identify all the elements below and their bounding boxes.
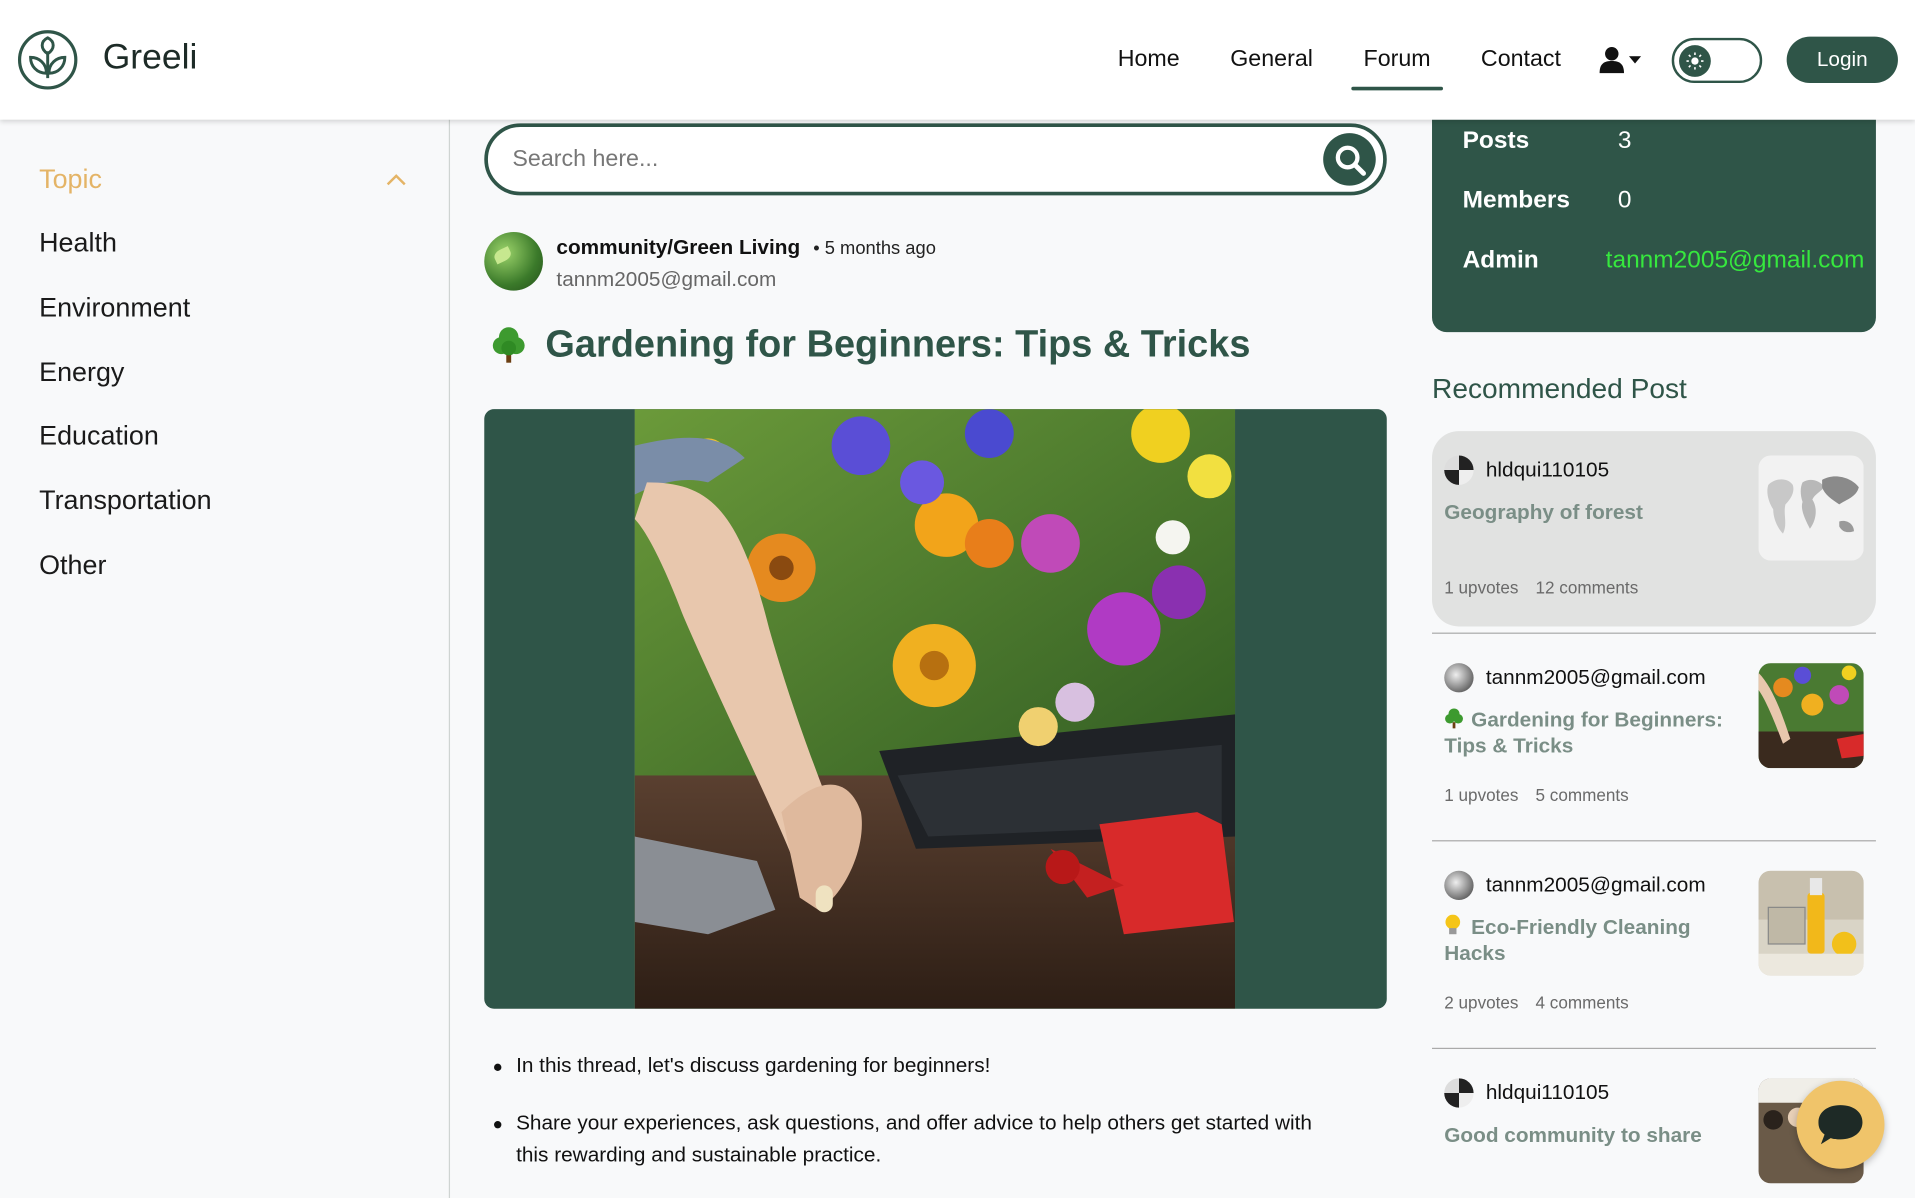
gardening-photo bbox=[634, 409, 1236, 1009]
rec-stats: 1 upvotes 12 comments bbox=[1444, 578, 1638, 598]
cleaning-products-thumbnail bbox=[1758, 870, 1864, 976]
lightbulb-icon bbox=[1445, 914, 1461, 935]
brand-name[interactable]: Greeli bbox=[103, 38, 198, 78]
recommended-heading: Recommended Post bbox=[1432, 372, 1687, 405]
rec-comments: 5 comments bbox=[1535, 785, 1629, 805]
members-count: 0 bbox=[1617, 186, 1632, 214]
post-bullet-1: In this thread, let's discuss gardening … bbox=[492, 1050, 1348, 1082]
rec-comments: 4 comments bbox=[1535, 992, 1629, 1013]
rec-title-text: Eco-Friendly Cleaning Hacks bbox=[1444, 915, 1691, 965]
search-icon bbox=[1335, 145, 1366, 176]
rec-stats: 1 upvotes 5 comments bbox=[1444, 785, 1628, 805]
nav-general[interactable]: General bbox=[1230, 46, 1313, 73]
community-avatar[interactable] bbox=[484, 232, 543, 291]
rec-author: hldqui110105 bbox=[1485, 457, 1610, 482]
top-navbar: Greeli Home General Forum Contact Login bbox=[0, 0, 1915, 120]
admin-email[interactable]: tannm2005@gmail.com bbox=[1606, 247, 1865, 275]
rec-upvotes: 1 upvotes bbox=[1444, 577, 1519, 598]
admin-label: Admin bbox=[1462, 246, 1539, 274]
recommended-post[interactable]: tannm2005@gmail.com Gardening for Beginn… bbox=[1432, 639, 1876, 834]
rec-title: Gardening for Beginners: Tips & Tricks bbox=[1444, 707, 1737, 758]
rec-title: Geography of forest bbox=[1444, 500, 1643, 524]
chat-bubble-icon bbox=[1818, 1105, 1863, 1145]
user-menu[interactable] bbox=[1599, 46, 1642, 74]
rec-title-text: Gardening for Beginners: Tips & Tricks bbox=[1444, 708, 1723, 758]
nav-home[interactable]: Home bbox=[1118, 46, 1180, 73]
topic-item-environment[interactable]: Environment bbox=[39, 292, 190, 324]
rec-author: tannm2005@gmail.com bbox=[1485, 665, 1706, 689]
post-community[interactable]: community/Green Living bbox=[556, 236, 800, 260]
community-info-card: Posts 3 Members 0 Admin tannm2005@gmail.… bbox=[1432, 119, 1876, 333]
topic-item-energy[interactable]: Energy bbox=[39, 357, 124, 389]
recommended-post[interactable]: hldqui110105 Geography of forest 1 upvot… bbox=[1432, 431, 1876, 627]
topic-item-other[interactable]: Other bbox=[39, 550, 106, 582]
divider bbox=[1432, 1047, 1876, 1050]
rec-title: Eco-Friendly Cleaning Hacks bbox=[1444, 914, 1737, 966]
topic-label: Topic bbox=[39, 163, 102, 195]
user-icon bbox=[1599, 47, 1625, 74]
rec-author: tannm2005@gmail.com bbox=[1485, 873, 1706, 897]
sun-icon bbox=[1679, 45, 1711, 77]
topic-item-health[interactable]: Health bbox=[39, 227, 117, 259]
topic-item-transportation[interactable]: Transportation bbox=[39, 485, 211, 517]
login-button[interactable]: Login bbox=[1786, 36, 1898, 84]
search-bar bbox=[484, 123, 1387, 196]
nav-forum[interactable]: Forum bbox=[1351, 46, 1443, 91]
rec-title: Good community to share bbox=[1444, 1123, 1702, 1147]
tree-icon bbox=[1445, 708, 1463, 729]
rec-comments: 12 comments bbox=[1535, 577, 1639, 598]
divider bbox=[1432, 632, 1876, 634]
chevron-up-icon bbox=[386, 174, 406, 186]
author-avatar bbox=[1444, 455, 1474, 485]
chat-button[interactable] bbox=[1796, 1080, 1885, 1169]
posts-count: 3 bbox=[1617, 127, 1632, 154]
post-bullet-2: Share your experiences, ask questions, a… bbox=[492, 1108, 1348, 1172]
author-avatar bbox=[1444, 870, 1474, 901]
rec-stats: 2 upvotes 4 comments bbox=[1444, 993, 1628, 1013]
divider bbox=[1432, 840, 1876, 842]
rec-upvotes: 2 upvotes bbox=[1444, 992, 1519, 1013]
topic-item-education[interactable]: Education bbox=[39, 420, 159, 452]
topic-dropdown-header[interactable]: Topic bbox=[39, 164, 406, 196]
recommended-post[interactable]: tannm2005@gmail.com Eco-Friendly Cleanin… bbox=[1432, 846, 1876, 1041]
members-label: Members bbox=[1462, 186, 1570, 214]
caret-down-icon bbox=[1628, 56, 1642, 64]
author-avatar bbox=[1444, 1078, 1474, 1108]
gardening-thumbnail bbox=[1758, 663, 1864, 769]
search-input[interactable] bbox=[512, 141, 1296, 179]
topic-sidebar: Topic Health Environment Energy Educatio… bbox=[0, 119, 451, 1198]
rec-author: hldqui110105 bbox=[1485, 1080, 1610, 1104]
tree-icon bbox=[492, 327, 525, 363]
post-time: • 5 months ago bbox=[813, 238, 936, 259]
post-author-email[interactable]: tannm2005@gmail.com bbox=[556, 267, 776, 291]
author-avatar bbox=[1444, 663, 1474, 693]
post-image-frame bbox=[484, 409, 1387, 1009]
search-button[interactable] bbox=[1323, 133, 1376, 186]
post-body: In this thread, let's discuss gardening … bbox=[492, 1050, 1348, 1197]
posts-label: Posts bbox=[1462, 127, 1530, 154]
greeli-logo-icon[interactable] bbox=[17, 29, 78, 90]
rec-upvotes: 1 upvotes bbox=[1444, 785, 1519, 805]
nav-contact[interactable]: Contact bbox=[1481, 46, 1561, 73]
world-map-thumbnail bbox=[1758, 455, 1864, 561]
theme-toggle[interactable] bbox=[1671, 37, 1763, 84]
post-title: Gardening for Beginners: Tips & Tricks bbox=[492, 322, 1251, 366]
post-title-text: Gardening for Beginners: Tips & Tricks bbox=[545, 322, 1251, 366]
